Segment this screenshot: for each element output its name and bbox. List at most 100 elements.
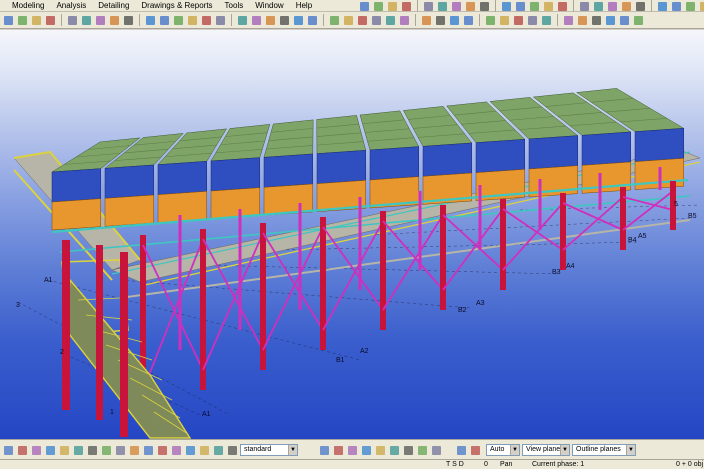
snap-end-icon[interactable] (328, 14, 341, 27)
chevron-down-icon[interactable]: ▼ (626, 445, 635, 455)
fly-icon[interactable] (436, 0, 449, 13)
arc-icon[interactable] (670, 0, 683, 13)
outline-mode-combo[interactable]: Outline planes ▼ (572, 444, 636, 456)
menu-help[interactable]: Help (290, 0, 318, 12)
snap-icon[interactable] (306, 14, 319, 27)
snap-perpendicular-icon[interactable] (384, 14, 397, 27)
select-switch-icon[interactable] (2, 444, 15, 457)
report-icon[interactable] (484, 14, 497, 27)
fitting-icon[interactable] (606, 0, 619, 13)
print-icon[interactable] (44, 14, 57, 27)
point-icon[interactable] (634, 0, 647, 13)
cast-unit-icon[interactable] (172, 14, 185, 27)
column-icon[interactable] (528, 0, 541, 13)
copy-special-icon[interactable] (250, 14, 263, 27)
zoom-out-icon[interactable] (386, 0, 399, 13)
select-switch-icon[interactable] (44, 444, 57, 457)
line-icon[interactable] (656, 0, 669, 13)
plane-mode-combo[interactable]: View plane ▼ (522, 444, 570, 456)
zoom-in-icon[interactable] (372, 0, 385, 13)
work-plane-icon[interactable] (420, 14, 433, 27)
macro-icon[interactable] (200, 14, 213, 27)
rotate-icon[interactable] (422, 0, 435, 13)
copy-icon[interactable] (80, 14, 93, 27)
snap-switch-icon[interactable] (346, 444, 359, 457)
selection-filter-combo[interactable]: standard ▼ (240, 444, 298, 456)
snap-mid-icon[interactable] (342, 14, 355, 27)
part-icon[interactable] (144, 14, 157, 27)
view-switch-icon[interactable] (469, 444, 482, 457)
select-switch-icon[interactable] (114, 444, 127, 457)
dimension-icon[interactable] (698, 0, 704, 13)
drawing-icon[interactable] (498, 14, 511, 27)
measure-icon[interactable] (684, 0, 697, 13)
clash-check-icon[interactable] (462, 14, 475, 27)
select-switch-icon[interactable] (30, 444, 43, 457)
plugin-icon[interactable] (214, 14, 227, 27)
undo-icon[interactable] (464, 0, 477, 13)
menu-analysis[interactable]: Analysis (50, 0, 92, 12)
select-switch-icon[interactable] (128, 444, 141, 457)
snap-nearest-icon[interactable] (398, 14, 411, 27)
select-switch-icon[interactable] (142, 444, 155, 457)
mirror-icon[interactable] (264, 14, 277, 27)
select-switch-icon[interactable] (170, 444, 183, 457)
select-switch-icon[interactable] (156, 444, 169, 457)
snap-intersection-icon[interactable] (370, 14, 383, 27)
snap-switch-icon[interactable] (374, 444, 387, 457)
snap-switch-icon[interactable] (402, 444, 415, 457)
redraw-icon[interactable] (450, 0, 463, 13)
menu-window[interactable]: Window (249, 0, 289, 12)
select-switch-icon[interactable] (58, 444, 71, 457)
chevron-down-icon[interactable]: ▼ (510, 445, 519, 455)
save-icon[interactable] (30, 14, 43, 27)
grid-toggle-icon[interactable] (562, 14, 575, 27)
menu-modeling[interactable]: Modeling (0, 0, 50, 12)
select-switch-icon[interactable] (16, 444, 29, 457)
select-switch-icon[interactable] (226, 444, 239, 457)
rotate-object-icon[interactable] (278, 14, 291, 27)
snap-center-icon[interactable] (356, 14, 369, 27)
move-icon[interactable] (236, 14, 249, 27)
view-switch-icon[interactable] (455, 444, 468, 457)
select-switch-icon[interactable] (184, 444, 197, 457)
open-icon[interactable] (16, 14, 29, 27)
select-switch-icon[interactable] (100, 444, 113, 457)
menu-tools[interactable]: Tools (219, 0, 250, 12)
chevron-down-icon[interactable]: ▼ (288, 445, 297, 455)
snap-depth-combo[interactable]: Auto ▼ (486, 444, 520, 456)
paste-icon[interactable] (94, 14, 107, 27)
slab-tool-icon[interactable] (618, 14, 631, 27)
component-icon[interactable] (186, 14, 199, 27)
snap-switch-icon[interactable] (360, 444, 373, 457)
snap-switch-icon[interactable] (318, 444, 331, 457)
select-switch-icon[interactable] (198, 444, 211, 457)
snap-switch-icon[interactable] (388, 444, 401, 457)
weld-icon[interactable] (578, 0, 591, 13)
snap-switch-icon[interactable] (332, 444, 345, 457)
pan-icon[interactable] (400, 0, 413, 13)
snap-switch-icon[interactable] (416, 444, 429, 457)
beam-icon[interactable] (514, 0, 527, 13)
properties-icon[interactable] (122, 14, 135, 27)
grid-icon[interactable] (620, 0, 633, 13)
assembly-icon[interactable] (158, 14, 171, 27)
cut-icon[interactable] (592, 0, 605, 13)
beam-tool-icon[interactable] (576, 14, 589, 27)
filter-icon[interactable] (526, 14, 539, 27)
select-icon[interactable] (500, 0, 513, 13)
select-filter-icon[interactable] (540, 14, 553, 27)
plate-icon[interactable] (542, 0, 555, 13)
model-viewport[interactable]: A1 3 2 1 A1 B1 B2 A2 A3 B3 A4 B4 A5 B5 5 (0, 30, 704, 439)
select-switch-icon[interactable] (86, 444, 99, 457)
bolt-icon[interactable] (556, 0, 569, 13)
view-icon[interactable] (358, 0, 371, 13)
snap-switch-icon[interactable] (430, 444, 443, 457)
new-icon[interactable] (2, 14, 15, 27)
wall-tool-icon[interactable] (632, 14, 645, 27)
structure-3d-model[interactable]: A1 3 2 1 A1 B1 B2 A2 A3 B3 A4 B4 A5 B5 5 (0, 30, 704, 439)
cut-icon[interactable] (66, 14, 79, 27)
clip-plane-icon[interactable] (434, 14, 447, 27)
numbering-icon[interactable] (448, 14, 461, 27)
menu-detailing[interactable]: Detailing (92, 0, 135, 12)
